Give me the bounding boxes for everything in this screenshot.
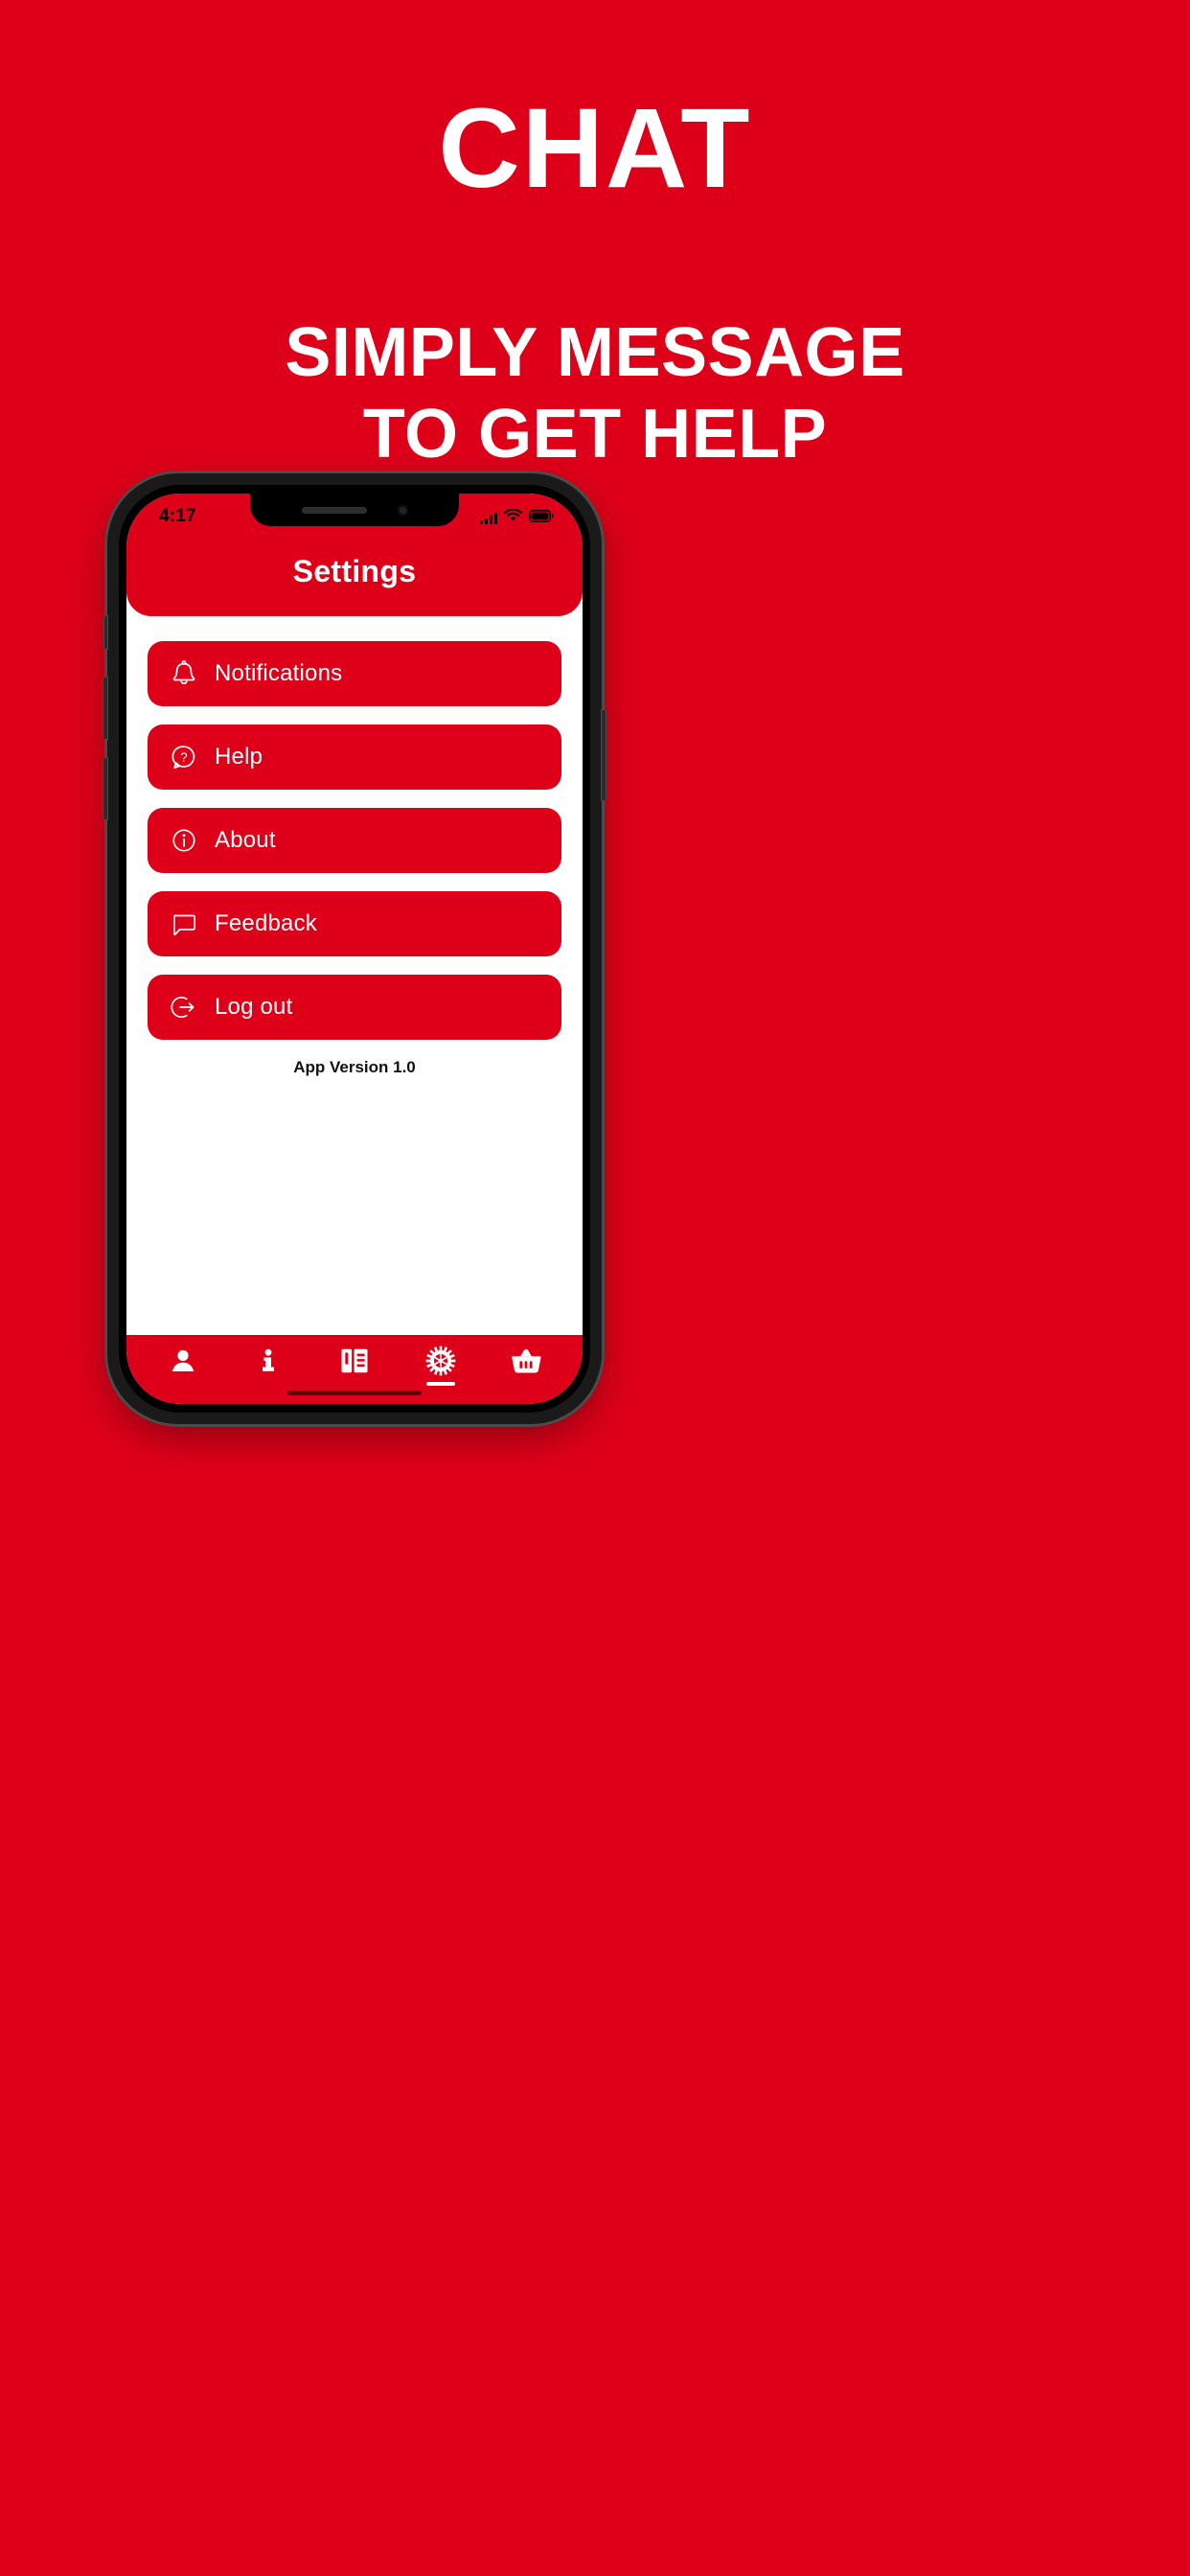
settings-list: Notifications ? Help About Feedback Log … <box>126 616 583 1335</box>
menu-item-label: About <box>215 827 276 853</box>
info-i-icon <box>254 1346 283 1375</box>
menu-item-label: Feedback <box>215 910 317 936</box>
menu-book-icon <box>339 1346 370 1375</box>
logout-arrow-icon <box>167 990 201 1024</box>
menu-item-help[interactable]: ? Help <box>148 724 561 790</box>
page-title: CHAT <box>438 85 752 212</box>
tab-settings[interactable] <box>409 1346 472 1386</box>
tab-profile[interactable] <box>151 1346 215 1385</box>
promo-subtitle: SIMPLY MESSAGE TO GET HELP <box>0 312 1190 475</box>
svg-text:?: ? <box>180 750 187 765</box>
app-header: 4:17 Settings <box>126 494 583 616</box>
menu-item-notifications[interactable]: Notifications <box>148 641 561 706</box>
tab-info[interactable] <box>237 1346 300 1385</box>
bell-icon <box>167 656 201 691</box>
front-camera <box>397 504 408 516</box>
menu-item-label: Notifications <box>215 660 343 686</box>
gear-icon <box>425 1346 456 1376</box>
menu-item-feedback[interactable]: Feedback <box>148 891 561 956</box>
volume-down-button[interactable] <box>103 757 108 820</box>
menu-item-log-out[interactable]: Log out <box>148 975 561 1040</box>
info-circle-icon <box>167 823 201 858</box>
phone-mockup: 4:17 Settings Notifications ? Help About… <box>103 473 606 1424</box>
promo-block: CHAT SIMPLY MESSAGE TO GET HELP <box>0 0 1190 475</box>
app-header-title: Settings <box>292 554 417 588</box>
promo-subtitle-line-1: SIMPLY MESSAGE <box>285 314 905 391</box>
cellular-signal-icon <box>480 512 497 524</box>
phone-bezel: 4:17 Settings Notifications ? Help About… <box>119 485 590 1413</box>
power-button[interactable] <box>601 709 606 801</box>
question-bubble-icon: ? <box>167 740 201 774</box>
earpiece-speaker <box>301 506 367 514</box>
menu-item-label: Help <box>215 744 263 770</box>
wifi-icon <box>504 508 522 527</box>
mute-switch[interactable] <box>103 615 108 650</box>
battery-icon <box>529 509 554 527</box>
volume-up-button[interactable] <box>103 677 108 740</box>
app-version-text: App Version 1.0 <box>293 1058 416 1076</box>
shopping-basket-icon <box>511 1346 541 1375</box>
menu-item-about[interactable]: About <box>148 808 561 873</box>
tab-basket[interactable] <box>494 1346 558 1385</box>
chat-bubble-icon <box>167 907 201 941</box>
tab-active-indicator <box>425 1382 455 1386</box>
home-indicator <box>287 1391 422 1395</box>
promo-subtitle-line-2: TO GET HELP <box>362 395 828 472</box>
status-bar-time: 4:17 <box>159 506 196 526</box>
tab-menu[interactable] <box>323 1346 386 1385</box>
menu-item-label: Log out <box>215 994 293 1020</box>
phone-screen: 4:17 Settings Notifications ? Help About… <box>126 494 583 1404</box>
phone-notch <box>250 494 459 526</box>
person-icon <box>169 1346 197 1375</box>
status-bar-indicators <box>480 507 554 527</box>
